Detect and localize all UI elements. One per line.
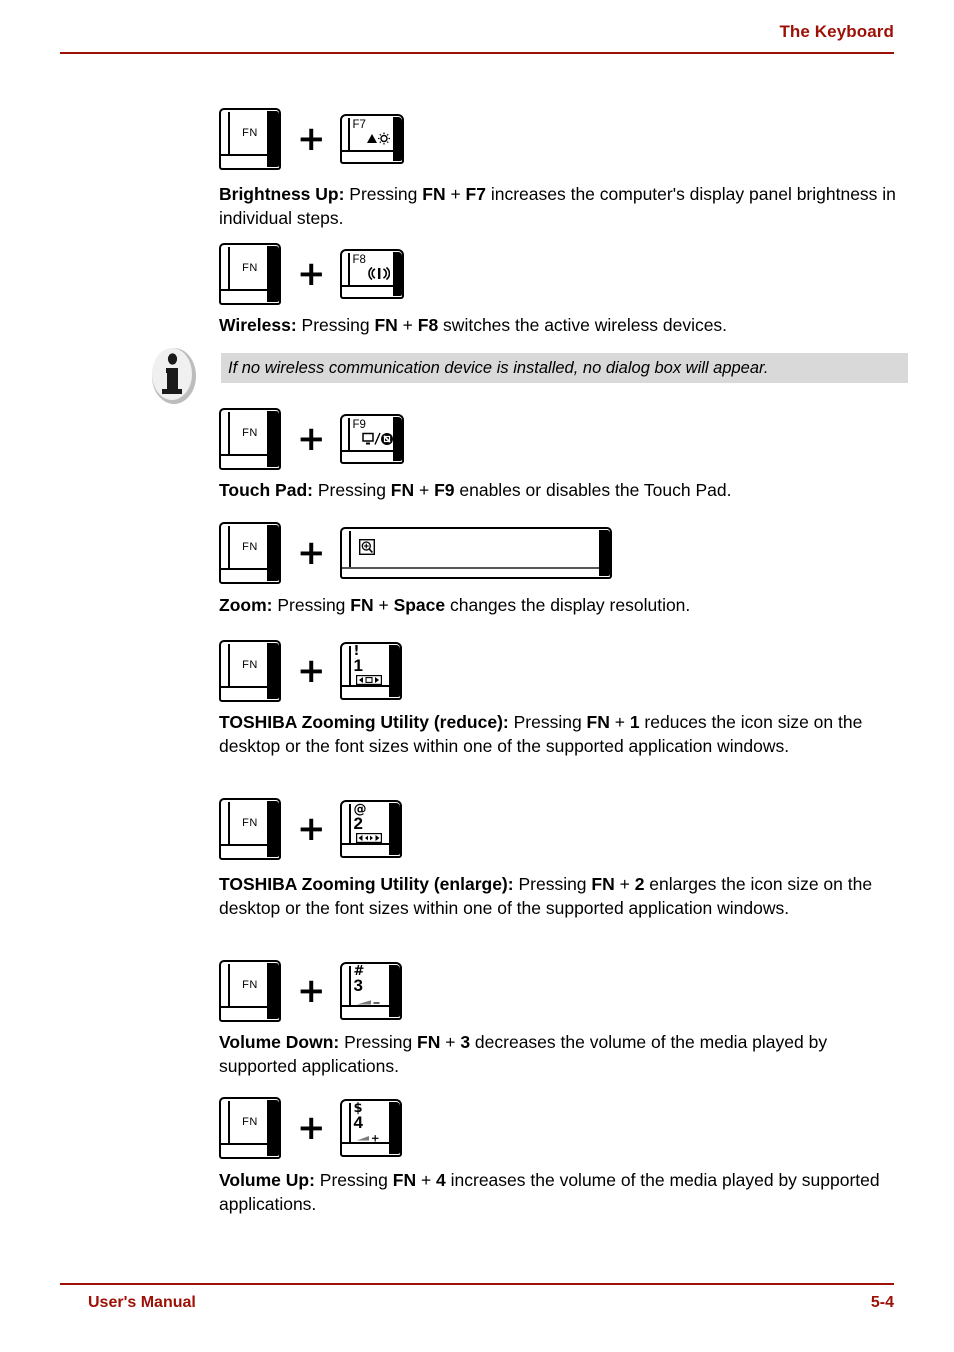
number-key-digit-label: 2 [353, 814, 363, 833]
paragraph-volume-down: Volume Down: Pressing FN + 3 decreases t… [219, 1032, 828, 1076]
brightness-up-icon [365, 132, 391, 148]
fn-key: FN [219, 522, 281, 584]
header-title: The Keyboard [779, 22, 894, 41]
key-combo-volume-down: FN + # 3 [219, 960, 402, 1022]
key-combo-touch-pad: FN + F9 [219, 408, 404, 470]
key-combo-zooming-reduce: FN + ! 1 [219, 640, 402, 702]
space-key [339, 527, 612, 579]
fn-key-label: FN [242, 979, 258, 991]
fn-key: FN [219, 1097, 281, 1159]
key-combo-volume-up: FN + $ 4 [219, 1097, 402, 1159]
note-callout: If no wireless communication device is i… [148, 345, 908, 409]
f8-key: F8 [339, 249, 404, 299]
zoom-reduce-icon [355, 675, 382, 685]
paragraph-title: Zoom: [219, 595, 273, 615]
f7-key-label: F7 [352, 119, 366, 131]
paragraph-title: TOSHIBA Zooming Utility (reduce): [219, 712, 509, 732]
fn-key-label: FN [242, 1116, 258, 1128]
note-text: If no wireless communication device is i… [228, 359, 769, 377]
plus-symbol: + [297, 254, 326, 294]
plus-symbol: + [297, 651, 326, 691]
page-header: The Keyboard [60, 22, 894, 58]
number-key-1: ! 1 [339, 642, 402, 700]
fn-key: FN [219, 108, 281, 170]
paragraph-title: Brightness Up: [219, 184, 345, 204]
paragraph-zoom: Zoom: Pressing FN + Space changes the di… [219, 595, 691, 615]
plus-symbol: + [297, 971, 326, 1011]
paragraph-touch-pad: Touch Pad: Pressing FN + F9 enables or d… [219, 480, 732, 500]
number-key-4: $ 4 [339, 1099, 402, 1157]
number-key-digit-label: 4 [353, 1113, 363, 1132]
fn-key: FN [219, 960, 281, 1022]
f7-key: F7 [339, 114, 404, 164]
paragraph-zooming-reduce: TOSHIBA Zooming Utility (reduce): Pressi… [219, 712, 863, 756]
fn-key-label: FN [242, 427, 258, 439]
fn-key: FN [219, 408, 281, 470]
number-key-digit-label: 3 [353, 976, 363, 995]
fn-key-label: FN [242, 541, 258, 553]
f8-key-label: F8 [352, 254, 366, 266]
fn-key-label: FN [242, 127, 258, 139]
plus-symbol: + [297, 533, 326, 573]
footer-page-number: 5-4 [870, 1294, 894, 1311]
key-combo-zooming-enlarge: FN + @ 2 [219, 798, 402, 860]
f9-key-label: F9 [352, 419, 366, 431]
zoom-enlarge-icon [355, 833, 382, 843]
plus-symbol: + [297, 419, 326, 459]
paragraph-zooming-enlarge: TOSHIBA Zooming Utility (enlarge): Press… [219, 874, 873, 918]
key-combo-wireless: FN + F8 [219, 243, 404, 305]
fn-key: FN [219, 798, 281, 860]
volume-up-icon [355, 1133, 381, 1143]
fn-key-label: FN [242, 262, 258, 274]
footer-manual-label: User's Manual [88, 1294, 196, 1311]
number-key-digit-label: 1 [353, 656, 363, 675]
fn-key-label: FN [242, 659, 258, 671]
paragraph-wireless: Wireless: Pressing FN + F8 switches the … [219, 315, 728, 335]
key-combo-brightness-up: FN + F7 [219, 108, 404, 170]
header-rule [60, 52, 894, 54]
plus-symbol: + [297, 809, 326, 849]
fn-key: FN [219, 243, 281, 305]
touchpad-disable-icon [361, 432, 394, 449]
paragraph-title: Touch Pad: [219, 480, 313, 500]
page-footer: User's Manual 5-4 [60, 1283, 894, 1323]
footer-rule [60, 1283, 894, 1285]
key-combo-zoom: FN + [219, 522, 612, 584]
fn-key-label: FN [242, 817, 258, 829]
f9-key: F9 [339, 414, 404, 464]
paragraph-brightness-up: Brightness Up: Pressing FN + F7 increase… [219, 184, 896, 228]
information-icon [148, 345, 200, 407]
paragraph-title: Volume Up: [219, 1170, 315, 1190]
manual-page: The Keyboard FN + F7 Brightness Up: Pres… [0, 0, 954, 1352]
paragraph-title: Wireless: [219, 315, 297, 335]
fn-key: FN [219, 640, 281, 702]
volume-down-icon [355, 997, 381, 1007]
number-key-3: # 3 [339, 962, 402, 1020]
paragraph-title: TOSHIBA Zooming Utility (enlarge): [219, 874, 514, 894]
zoom-resolution-icon [358, 538, 375, 560]
plus-symbol: + [297, 1108, 326, 1148]
paragraph-title: Volume Down: [219, 1032, 340, 1052]
plus-symbol: + [297, 119, 326, 159]
paragraph-volume-up: Volume Up: Pressing FN + 4 increases the… [219, 1170, 880, 1214]
number-key-2: @ 2 [339, 800, 402, 858]
wireless-antenna-icon [367, 266, 390, 283]
